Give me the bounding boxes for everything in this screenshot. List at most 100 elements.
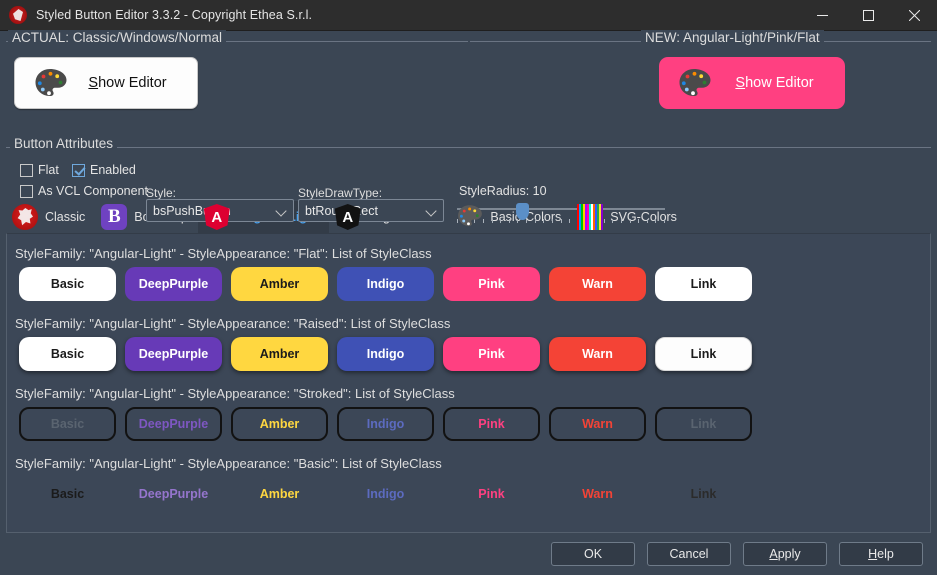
ok-button[interactable]: OK <box>551 542 635 566</box>
title-bar: Styled Button Editor 3.3.2 - Copyright E… <box>0 0 937 31</box>
style-appearance-section-flat: StyleFamily: "Angular-Light" - StyleAppe… <box>7 246 930 303</box>
style-class-button-flat-pink[interactable]: Pink <box>443 267 540 301</box>
style-class-button-basic-amber[interactable]: Amber <box>231 477 328 511</box>
slider-tick <box>629 219 631 223</box>
slider-tick <box>664 219 665 223</box>
slider-tick <box>569 219 571 223</box>
slider-tick <box>508 219 510 223</box>
style-class-button-raised-basic[interactable]: Basic <box>19 337 116 371</box>
section-title: StyleFamily: "Angular-Light" - StyleAppe… <box>15 456 442 471</box>
angular-light-icon: A <box>203 204 230 230</box>
checkbox-label: Flat <box>38 163 59 177</box>
checkbox-box <box>20 184 33 198</box>
style-class-button-basic-deeppurple[interactable]: DeepPurple <box>125 477 222 511</box>
style-class-button-row: Basic DeepPurple Amber Indigo Pink Warn Link <box>7 477 930 513</box>
dialog-button-label: Help <box>868 547 894 561</box>
window-title: Styled Button Editor 3.3.2 - Copyright E… <box>36 8 313 22</box>
style-class-button-stroked-indigo[interactable]: Indigo <box>337 407 434 441</box>
checkbox-enabled[interactable]: Enabled <box>72 163 136 177</box>
maximize-icon[interactable] <box>845 0 891 31</box>
style-class-button-basic-indigo[interactable]: Indigo <box>337 477 434 511</box>
top-group-row: ACTUAL: Classic/Windows/Normal Show Edit… <box>0 30 937 131</box>
style-class-button-raised-amber[interactable]: Amber <box>231 337 328 371</box>
bootstrap-b-icon: B <box>101 204 128 230</box>
checkbox-label: As VCL Component <box>38 184 149 198</box>
style-class-button-flat-amber[interactable]: Amber <box>231 267 328 301</box>
slider-tick <box>534 219 536 223</box>
tab-label: Classic <box>45 210 86 224</box>
angular-dark-icon: A <box>334 204 361 230</box>
show-editor-label-new: Show Editor <box>735 75 814 91</box>
slider-tick <box>551 219 553 223</box>
slider-tick <box>646 219 648 223</box>
slider-tick <box>526 219 527 223</box>
slider-tick <box>517 219 519 223</box>
show-editor-button-actual[interactable]: Show Editor <box>14 57 198 109</box>
palette-icon <box>678 68 712 98</box>
style-class-button-stroked-warn[interactable]: Warn <box>549 407 646 441</box>
tab-classic[interactable]: Classic <box>6 201 95 233</box>
button-attributes-caption: Button Attributes <box>10 136 118 151</box>
chevron-down-icon <box>277 206 286 215</box>
checkbox-label: Enabled <box>90 163 136 177</box>
window-controls <box>799 0 937 31</box>
classic-icon <box>12 204 38 230</box>
style-class-button-flat-basic[interactable]: Basic <box>19 267 116 301</box>
style-draw-type-combobox[interactable]: btRoundRect <box>298 199 444 222</box>
style-class-button-row: Basic DeepPurple Amber Indigo Pink Warn Link <box>7 267 930 303</box>
dialog-button-label: Cancel <box>669 547 709 561</box>
section-title: StyleFamily: "Angular-Light" - StyleAppe… <box>15 246 432 261</box>
slider-tick <box>543 219 545 223</box>
slider-thumb[interactable] <box>516 203 529 220</box>
style-class-button-stroked-amber[interactable]: Amber <box>231 407 328 441</box>
slider-tick <box>620 219 622 223</box>
style-class-button-flat-link[interactable]: Link <box>655 267 752 301</box>
style-class-button-flat-warn[interactable]: Warn <box>549 267 646 301</box>
style-draw-type-label: StyleDrawType: <box>298 186 383 200</box>
style-label: Style: <box>146 186 177 200</box>
style-class-button-raised-link[interactable]: Link <box>655 337 752 371</box>
ethea-logo-icon <box>9 6 27 24</box>
checkbox-box <box>72 163 85 177</box>
palette-icon <box>457 204 483 230</box>
style-class-button-row: Basic DeepPurple Amber Indigo Pink Warn Link <box>7 337 930 373</box>
style-class-button-stroked-deeppurple[interactable]: DeepPurple <box>125 407 222 441</box>
chevron-down-icon <box>427 206 436 215</box>
cancel-button[interactable]: Cancel <box>647 542 731 566</box>
svg-color-grid-icon <box>577 204 604 230</box>
checkbox-flat[interactable]: Flat <box>20 163 59 177</box>
style-class-button-flat-deeppurple[interactable]: DeepPurple <box>125 267 222 301</box>
style-class-button-raised-deeppurple[interactable]: DeepPurple <box>125 337 222 371</box>
apply-button[interactable]: Apply <box>743 542 827 566</box>
slider-tick <box>612 219 614 223</box>
new-groupbox-caption: NEW: Angular-Light/Pink/Flat <box>641 30 824 45</box>
style-class-preview-panel: StyleFamily: "Angular-Light" - StyleAppe… <box>6 233 931 533</box>
style-radius-slider[interactable] <box>457 203 665 225</box>
style-class-button-stroked-pink[interactable]: Pink <box>443 407 540 441</box>
close-icon[interactable] <box>891 0 937 31</box>
style-class-button-basic-link[interactable]: Link <box>655 477 752 511</box>
style-class-button-basic-basic[interactable]: Basic <box>19 477 116 511</box>
style-class-button-basic-pink[interactable]: Pink <box>443 477 540 511</box>
help-button[interactable]: Help <box>839 542 923 566</box>
slider-tick <box>603 219 605 223</box>
minimize-icon[interactable] <box>799 0 845 31</box>
style-class-button-row: Basic DeepPurple Amber Indigo Pink Warn Link <box>7 407 930 443</box>
style-class-button-basic-warn[interactable]: Warn <box>549 477 646 511</box>
style-class-button-raised-warn[interactable]: Warn <box>549 337 646 371</box>
show-editor-label-actual: Show Editor <box>88 75 167 91</box>
style-class-button-raised-indigo[interactable]: Indigo <box>337 337 434 371</box>
style-class-button-stroked-basic[interactable]: Basic <box>19 407 116 441</box>
section-title: StyleFamily: "Angular-Light" - StyleAppe… <box>15 386 455 401</box>
section-title: StyleFamily: "Angular-Light" - StyleAppe… <box>15 316 451 331</box>
style-appearance-section-basic: StyleFamily: "Angular-Light" - StyleAppe… <box>7 456 930 513</box>
style-class-button-flat-indigo[interactable]: Indigo <box>337 267 434 301</box>
dialog-body: ACTUAL: Classic/Windows/Normal Show Edit… <box>0 30 937 575</box>
style-class-button-raised-pink[interactable]: Pink <box>443 337 540 371</box>
dialog-button-label: Apply <box>769 547 801 561</box>
checkbox-as-vcl-component[interactable]: As VCL Component <box>20 184 148 198</box>
style-radius-label: StyleRadius: 10 <box>459 184 547 198</box>
show-editor-button-new[interactable]: Show Editor <box>659 57 845 109</box>
slider-tick <box>560 219 562 223</box>
style-class-button-stroked-link[interactable]: Link <box>655 407 752 441</box>
